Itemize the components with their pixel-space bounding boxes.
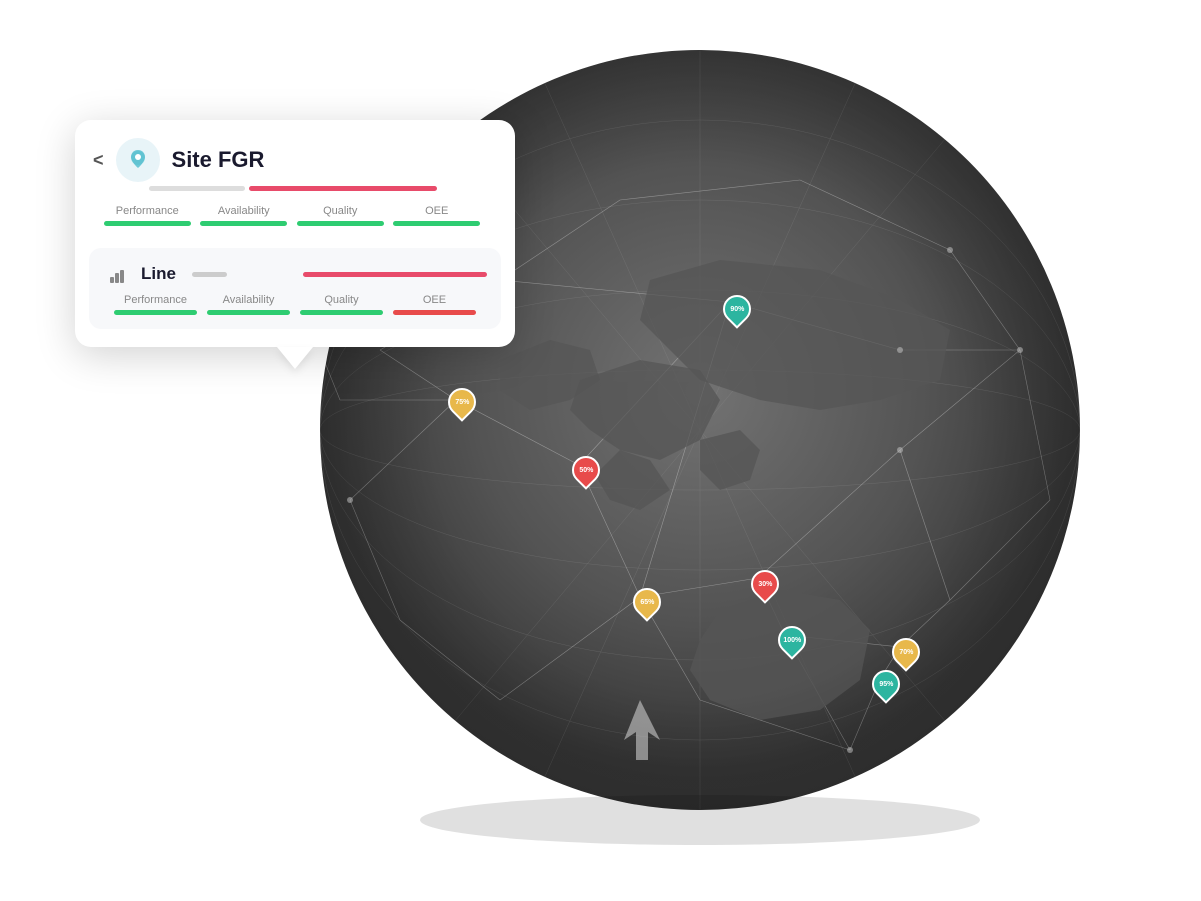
pin-90-label: 90%: [730, 306, 744, 313]
site-oee-label: OEE: [425, 205, 448, 217]
pin-75-label: 75%: [455, 399, 469, 406]
pin-65-label: 65%: [640, 599, 654, 606]
site-avail-bar: [200, 221, 287, 226]
back-button[interactable]: <: [93, 150, 104, 171]
pin-95-label: 95%: [879, 681, 893, 688]
pin-70-label: 70%: [899, 649, 913, 656]
site-metric-performance: Performance: [99, 205, 196, 226]
line-avail-label: Availability: [223, 294, 275, 306]
site-bar-segment2: [249, 186, 437, 191]
line-perf-label: Performance: [124, 294, 187, 306]
pin-50-label: 50%: [579, 467, 593, 474]
site-icon: [116, 138, 160, 182]
pin-65[interactable]: 65%: [633, 588, 661, 616]
line-metric-performance: Performance: [109, 294, 202, 315]
line-header: Line: [103, 260, 487, 288]
site-metric-availability: Availability: [196, 205, 293, 226]
site-bar-segment1: [149, 186, 245, 191]
line-icon: [103, 260, 131, 288]
site-name: Site FGR: [172, 147, 491, 173]
line-metric-oee: OEE: [388, 294, 481, 315]
line-perf-bar: [114, 310, 198, 315]
pin-30[interactable]: 30%: [751, 570, 779, 598]
line-quality-bar: [300, 310, 384, 315]
line-top-bar: [303, 272, 487, 277]
site-top-bar: [149, 186, 491, 191]
site-quality-label: Quality: [323, 205, 357, 217]
site-quality-bar: [297, 221, 384, 226]
site-perf-label: Performance: [116, 205, 179, 217]
site-metric-oee: OEE: [389, 205, 486, 226]
pin-100-label: 100%: [783, 637, 801, 644]
line-oee-label: OEE: [423, 294, 446, 306]
line-label-bar: [192, 272, 227, 277]
site-section: < Site FGR Performance: [75, 120, 515, 240]
line-name: Line: [141, 264, 176, 284]
site-header: < Site FGR: [93, 138, 491, 182]
pin-100[interactable]: 100%: [778, 626, 806, 654]
pin-90[interactable]: 90%: [723, 295, 751, 323]
line-oee-bar: [393, 310, 477, 315]
pin-75[interactable]: 75%: [448, 388, 476, 416]
site-avail-label: Availability: [218, 205, 270, 217]
site-perf-bar: [104, 221, 191, 226]
pin-95[interactable]: 95%: [872, 670, 900, 698]
site-metrics-row: Performance Availability Quality OEE: [93, 205, 491, 226]
pin-50[interactable]: 50%: [572, 456, 600, 484]
line-avail-bar: [207, 310, 291, 315]
line-section: Line Performance Availability: [89, 248, 501, 329]
site-metric-quality: Quality: [292, 205, 389, 226]
site-oee-bar: [393, 221, 480, 226]
line-quality-label: Quality: [324, 294, 358, 306]
line-metric-quality: Quality: [295, 294, 388, 315]
popup-card: < Site FGR Performance: [75, 120, 515, 347]
globe-container: 90% 75% 50% 65% 30% 100% 70% 95%: [0, 0, 1201, 901]
line-metrics-row: Performance Availability Quality OEE: [103, 294, 487, 315]
pin-70[interactable]: 70%: [892, 638, 920, 666]
pin-30-label: 30%: [758, 581, 772, 588]
line-metric-availability: Availability: [202, 294, 295, 315]
